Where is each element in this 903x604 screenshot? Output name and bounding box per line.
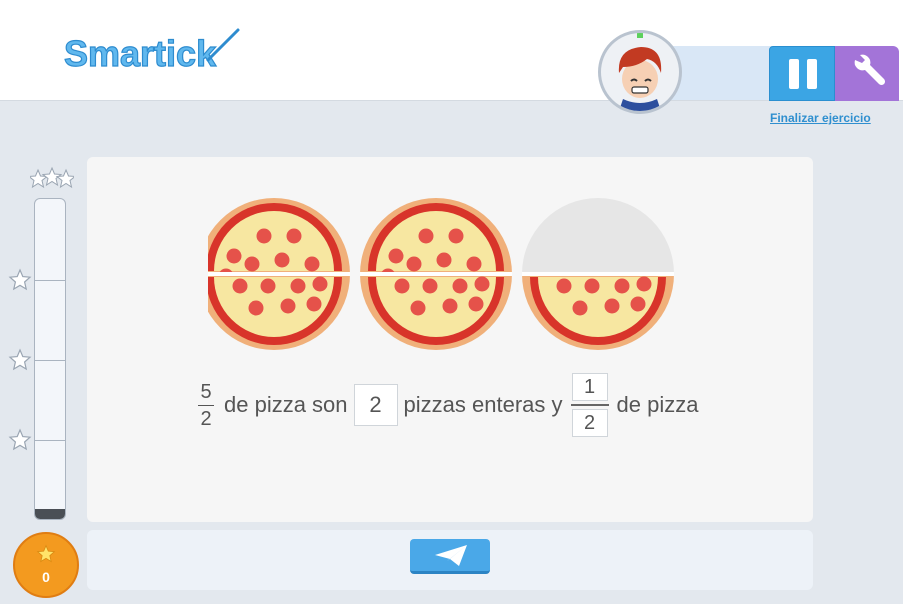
given-denominator: 2 (200, 407, 212, 430)
wrench-icon (854, 54, 886, 86)
pepperoni (248, 300, 264, 316)
pepperoni (442, 298, 458, 314)
pizza-half (360, 274, 512, 350)
coin-count: 0 (42, 569, 50, 585)
avatar-image (618, 33, 662, 111)
star-outline-icon (8, 428, 32, 451)
smartick-logo: Smartick (63, 28, 240, 75)
star-outline-icon (8, 268, 32, 291)
pepperoni (312, 276, 328, 292)
pepperoni (388, 248, 404, 264)
denominator-input[interactable]: 2 (571, 409, 608, 437)
logo-text: Smartick (64, 33, 217, 74)
pizza-half (208, 274, 350, 350)
pepperoni (468, 296, 484, 312)
pepperoni (636, 276, 652, 292)
pizza (208, 198, 350, 350)
pizza (360, 198, 512, 350)
pepperoni (422, 278, 438, 294)
pepperoni (556, 278, 572, 294)
pepperoni (304, 256, 320, 272)
pepperoni (280, 298, 296, 314)
sentence-text-2: pizzas enteras y (403, 392, 563, 417)
pepperoni (436, 252, 452, 268)
finish-exercise-link[interactable]: Finalizar ejercicio (770, 111, 871, 125)
pepperoni (290, 278, 306, 294)
progress-bar (34, 198, 66, 520)
pepperoni (260, 278, 276, 294)
pepperoni (256, 228, 272, 244)
submit-button[interactable] (410, 539, 490, 574)
pepperoni (306, 296, 322, 312)
pepperoni (232, 278, 248, 294)
pizza-half (208, 198, 350, 284)
pepperoni (584, 278, 600, 294)
three-stars-icon (30, 166, 74, 189)
pepperoni (466, 256, 482, 272)
star-icon (36, 544, 56, 563)
pause-icon (789, 59, 799, 89)
pepperoni (244, 256, 260, 272)
pizza-illustration (208, 198, 674, 350)
paper-plane-icon (435, 545, 467, 566)
pepperoni (394, 278, 410, 294)
pepperoni (274, 252, 290, 268)
exercise-sentence: 5 2 de pizza son 2 pizzas enteras y 1 2 … (198, 372, 704, 438)
coin-counter: 0 (13, 532, 79, 598)
pepperoni (572, 300, 588, 316)
pepperoni (614, 278, 630, 294)
pepperoni (452, 278, 468, 294)
pepperoni (406, 256, 422, 272)
given-fraction: 5 2 (198, 380, 214, 431)
numerator-input[interactable]: 1 (571, 373, 608, 401)
pepperoni (286, 228, 302, 244)
pepperoni (474, 276, 490, 292)
pepperoni (448, 228, 464, 244)
pause-button[interactable] (769, 46, 835, 101)
sentence-text-1: de pizza son (224, 392, 348, 417)
progress-fill (35, 509, 65, 519)
whole-pizzas-input[interactable]: 2 (353, 384, 398, 426)
sentence-text-3: de pizza (616, 392, 699, 417)
pepperoni (630, 296, 646, 312)
empty-pizza-half (522, 198, 674, 274)
given-numerator: 5 (200, 380, 212, 403)
pepperoni (604, 298, 620, 314)
pepperoni (410, 300, 426, 316)
pizza-half (522, 274, 674, 350)
tools-button[interactable] (835, 46, 899, 101)
pepperoni (226, 248, 242, 264)
avatar (598, 30, 682, 114)
remainder-fraction-input: 1 2 (570, 373, 609, 437)
pizza (522, 198, 674, 350)
pizza-half (360, 198, 512, 284)
star-outline-icon (8, 348, 32, 371)
pepperoni (418, 228, 434, 244)
